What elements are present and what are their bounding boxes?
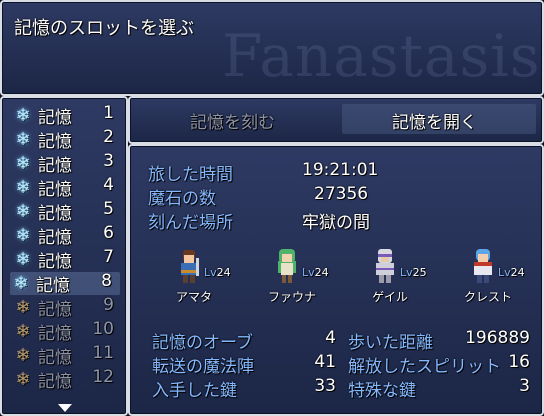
party-member-crest: Lv24 クレスト (460, 248, 544, 308)
stat-value-orbs: 4 (325, 328, 336, 348)
party-member-amata: Lv24 アマタ (166, 248, 266, 308)
save-slot-10[interactable]: ❄ 記憶 10 (12, 319, 120, 344)
stat-label-teleport: 転送の魔法陣 (152, 357, 254, 377)
location-value: 牢獄の間 (302, 213, 370, 233)
logo-watermark: Fanastasis (222, 22, 541, 90)
slot-label: 記憶 1 (38, 103, 114, 128)
slot-label: 記憶 4 (38, 175, 114, 200)
slot-label: 記憶 11 (38, 343, 114, 368)
save-slot-list[interactable]: ❄ 記憶 1 ❄ 記憶 2 ❄ 記憶 3 ❄ 記憶 4 ❄ 記憶 5 ❄ 記憶 6 ❄ 記憶 7 ❄ 記憶 8 ❄ 記憶 9 ❄ 記憶 1… (0, 96, 128, 416)
help-window: Fanastasis 記憶のスロットを選ぶ (0, 0, 544, 96)
slot-label: 記憶 2 (38, 127, 114, 152)
memory-crystal-icon: ❄ (15, 225, 31, 246)
command-window: 記憶を刻む 記憶を開く (128, 96, 544, 144)
memory-crystal-icon: ❄ (13, 273, 29, 294)
party-member-gale: Lv25 ゲイル (362, 248, 462, 308)
slot-label: 記憶 3 (38, 151, 114, 176)
gold-value: 27356 (314, 184, 369, 204)
save-slot-9[interactable]: ❄ 記憶 9 (12, 295, 120, 320)
empty-memory-icon: ❄ (15, 321, 31, 342)
slot-label: 記憶 5 (38, 199, 114, 224)
stat-value-teleport: 41 (314, 352, 336, 372)
save-command[interactable]: 記憶を刻む (190, 108, 275, 133)
stat-value-special-keys: 3 (519, 376, 530, 396)
playtime-label: 旅した時間 (148, 165, 233, 185)
save-slot-5[interactable]: ❄ 記憶 5 (12, 199, 120, 224)
stat-value-spirits: 16 (508, 352, 530, 372)
empty-memory-icon: ❄ (15, 297, 31, 318)
save-slot-12[interactable]: ❄ 記憶 12 (12, 367, 120, 392)
slot-label: 記憶 12 (38, 367, 114, 392)
gold-label: 魔石の数 (148, 189, 216, 209)
location-label: 刻んだ場所 (148, 213, 233, 233)
level-text: Lv24 (302, 266, 329, 279)
green-haired-girl-sprite-icon (278, 249, 296, 283)
stat-label-special-keys: 特殊な鍵 (348, 381, 416, 401)
memory-crystal-icon: ❄ (15, 129, 31, 150)
save-slot-4[interactable]: ❄ 記憶 4 (12, 175, 120, 200)
actor-name: ゲイル (372, 290, 408, 304)
empty-memory-icon: ❄ (15, 369, 31, 390)
memory-crystal-icon: ❄ (15, 249, 31, 270)
save-info-window: 旅した時間 19:21:01 魔石の数 27356 刻んだ場所 牢獄の間 Lv2… (128, 144, 544, 416)
stat-value-keys: 33 (314, 376, 336, 396)
actor-name: アマタ (175, 290, 212, 304)
save-slot-2[interactable]: ❄ 記憶 2 (12, 127, 120, 152)
party-member-fauna: Lv24 ファウナ (264, 248, 364, 308)
memory-crystal-icon: ❄ (15, 153, 31, 174)
memory-crystal-icon: ❄ (15, 105, 31, 126)
slot-label: 記憶 10 (38, 319, 114, 344)
actor-name: クレスト (463, 290, 512, 304)
stat-label-orbs: 記憶のオーブ (152, 333, 253, 353)
save-slot-3[interactable]: ❄ 記憶 3 (12, 151, 120, 176)
save-slot-11[interactable]: ❄ 記憶 11 (12, 343, 120, 368)
memory-crystal-icon: ❄ (15, 177, 31, 198)
save-slot-7[interactable]: ❄ 記憶 7 (12, 247, 120, 272)
level-text: Lv24 (204, 266, 231, 279)
slot-label: 記憶 9 (38, 295, 114, 320)
bandaged-warrior-sprite-icon (376, 249, 394, 283)
memory-crystal-icon: ❄ (15, 201, 31, 222)
scroll-down-arrow-icon[interactable] (58, 404, 72, 412)
help-text: 記憶のスロットを選ぶ (14, 18, 194, 39)
slot-label: 記憶 6 (38, 223, 114, 248)
actor-name: ファウナ (267, 290, 316, 304)
save-slot-8[interactable]: ❄ 記憶 8 (10, 271, 120, 296)
blue-haired-knight-sprite-icon (474, 249, 492, 283)
save-slot-1[interactable]: ❄ 記憶 1 (12, 103, 120, 128)
empty-memory-icon: ❄ (15, 345, 31, 366)
slot-label: 記憶 7 (38, 247, 114, 272)
slot-label: 記憶 8 (36, 271, 112, 296)
save-slot-6[interactable]: ❄ 記憶 6 (12, 223, 120, 248)
load-command[interactable]: 記憶を開く (392, 108, 477, 133)
stat-label-distance: 歩いた距離 (348, 333, 433, 353)
level-text: Lv24 (498, 266, 525, 279)
stat-label-keys: 入手した鍵 (152, 381, 237, 401)
playtime-value: 19:21:01 (302, 160, 379, 180)
swordsman-sprite-icon (181, 250, 199, 283)
level-text: Lv25 (400, 266, 427, 279)
stat-value-distance: 196889 (465, 328, 530, 348)
